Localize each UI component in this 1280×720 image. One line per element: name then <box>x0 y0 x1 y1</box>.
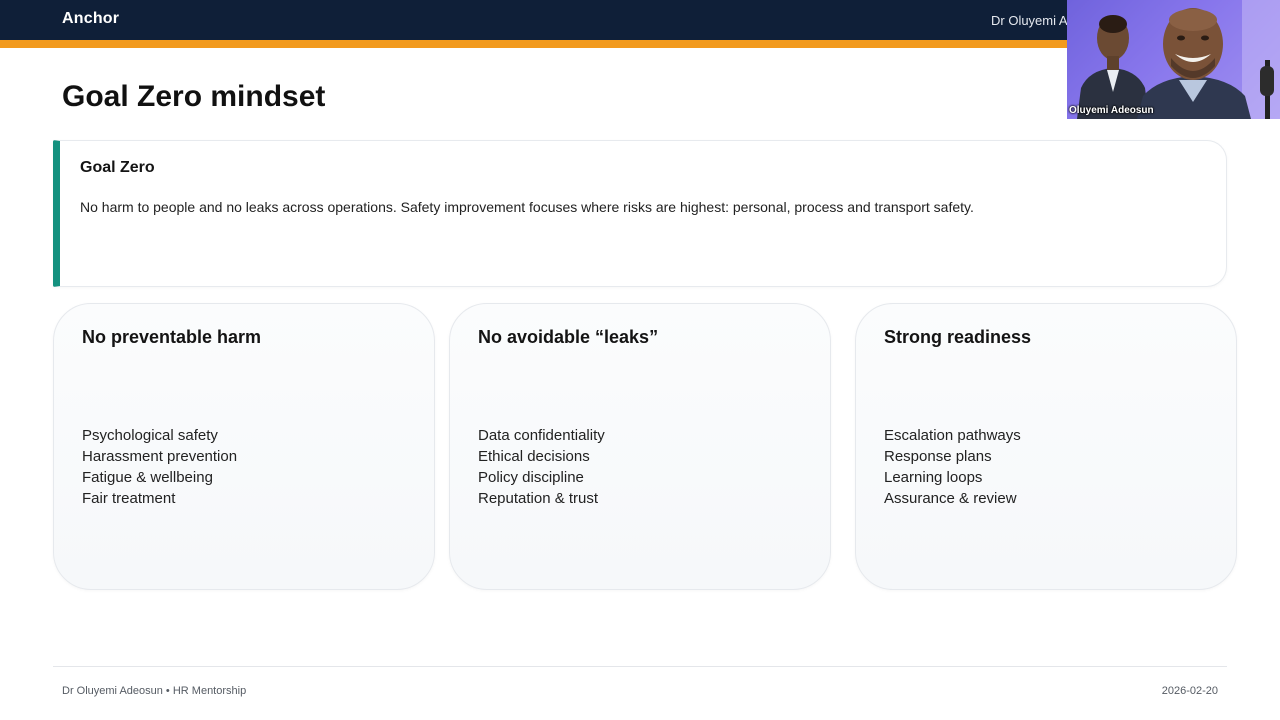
goal-zero-callout: Goal Zero No harm to people and no leaks… <box>53 140 1227 287</box>
card-no-avoidable-leaks: No avoidable “leaks” Data confidentialit… <box>449 303 831 590</box>
goal-description: No harm to people and no leaks across op… <box>80 199 974 215</box>
card-title: No preventable harm <box>82 327 262 347</box>
list-item: Fair treatment <box>82 490 176 507</box>
card-list: Escalation pathways Response plans Learn… <box>884 425 1021 509</box>
presenter-name: Dr Oluyemi Adeosun <box>991 13 1067 28</box>
card-strong-readiness: Strong readiness Escalation pathways Res… <box>855 303 1237 590</box>
list-item: Ethical decisions <box>478 448 590 465</box>
footer-credit: Dr Oluyemi Adeosun • HR Mentorship <box>62 685 247 697</box>
list-item: Response plans <box>884 448 992 465</box>
webcam-people-image <box>1067 0 1280 119</box>
brand-logo-text: Anchor <box>62 10 120 27</box>
page-title: Goal Zero mindset <box>62 80 326 113</box>
list-item: Learning loops <box>884 469 983 486</box>
list-item: Fatigue & wellbeing <box>82 469 213 486</box>
webcam-participant-name: Oluyemi Adeosun <box>1069 105 1154 116</box>
list-item: Psychological safety <box>82 427 218 444</box>
goal-heading: Goal Zero <box>80 159 155 176</box>
card-list: Data confidentiality Ethical decisions P… <box>478 425 605 509</box>
footer-divider <box>53 666 1227 667</box>
webcam-video-tile[interactable]: Oluyemi Adeosun <box>1067 0 1280 119</box>
list-item: Data confidentiality <box>478 427 605 444</box>
list-item: Reputation & trust <box>478 490 599 507</box>
list-item: Escalation pathways <box>884 427 1021 444</box>
card-no-preventable-harm: No preventable harm Psychological safety… <box>53 303 435 590</box>
card-list: Psychological safety Harassment preventi… <box>82 425 237 509</box>
card-title: No avoidable “leaks” <box>478 327 659 347</box>
slide: Anchor Dr Oluyemi Adeosun Goal Zero mind… <box>0 0 1280 720</box>
card-title: Strong readiness <box>884 327 1032 347</box>
list-item: Policy discipline <box>478 469 584 486</box>
list-item: Harassment prevention <box>82 448 238 465</box>
footer-date: 2026-02-20 <box>1161 685 1218 697</box>
list-item: Assurance & review <box>884 490 1017 507</box>
